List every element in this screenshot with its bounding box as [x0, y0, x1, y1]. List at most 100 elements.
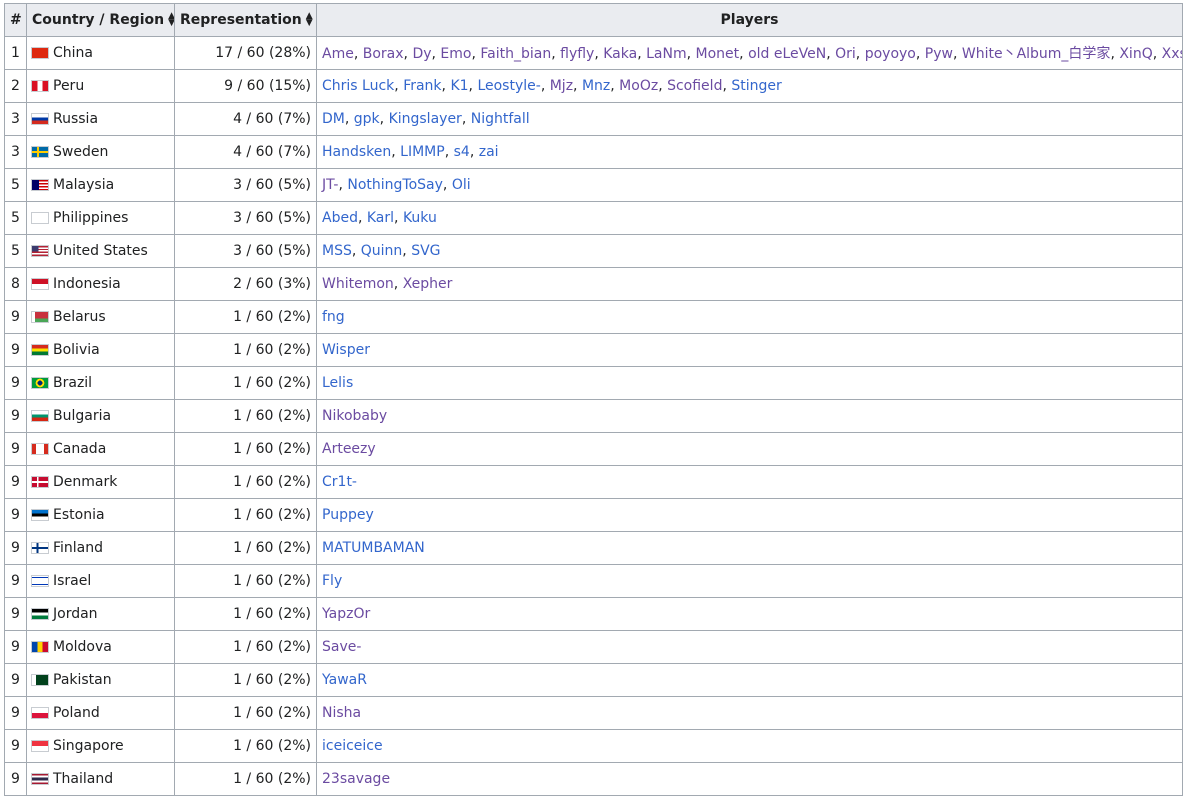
- player-link[interactable]: 23savage: [322, 771, 390, 787]
- israel-flag-icon[interactable]: [31, 575, 49, 587]
- country-name[interactable]: Malaysia: [53, 177, 114, 193]
- country-name[interactable]: Thailand: [53, 771, 113, 787]
- player-link[interactable]: poyoyo: [865, 46, 916, 62]
- pakistan-flag-icon[interactable]: [31, 674, 49, 686]
- player-link[interactable]: SVG: [411, 243, 440, 259]
- player-link[interactable]: Kingslayer: [389, 111, 462, 127]
- player-link[interactable]: Kaka: [603, 46, 637, 62]
- player-link[interactable]: YapzOr: [322, 606, 370, 622]
- country-name[interactable]: Bolivia: [53, 342, 100, 358]
- country-name[interactable]: Finland: [53, 540, 103, 556]
- player-link[interactable]: Cr1t-: [322, 474, 357, 490]
- player-link[interactable]: Wisper: [322, 342, 370, 358]
- player-link[interactable]: Arteezy: [322, 441, 376, 457]
- player-link[interactable]: Quinn: [361, 243, 403, 259]
- player-link[interactable]: Lelis: [322, 375, 353, 391]
- country-name[interactable]: Brazil: [53, 375, 92, 391]
- player-link[interactable]: Abed: [322, 210, 358, 226]
- representation-header-sortable[interactable]: Representation ▲ ▼: [174, 3, 317, 37]
- player-link[interactable]: K1: [450, 78, 468, 94]
- country-name[interactable]: Philippines: [53, 210, 128, 226]
- china-flag-icon[interactable]: [31, 47, 49, 59]
- player-link[interactable]: Xxs: [1162, 46, 1182, 62]
- player-link[interactable]: Fly: [322, 573, 342, 589]
- denmark-flag-icon[interactable]: [31, 476, 49, 488]
- bulgaria-flag-icon[interactable]: [31, 410, 49, 422]
- player-link[interactable]: Oli: [452, 177, 471, 193]
- player-link[interactable]: Kuku: [403, 210, 437, 226]
- sort-icon[interactable]: ▲ ▼: [306, 12, 313, 28]
- player-link[interactable]: Frank: [403, 78, 441, 94]
- player-link[interactable]: YawaR: [322, 672, 367, 688]
- player-link[interactable]: Ame: [322, 46, 354, 62]
- country-name[interactable]: Poland: [53, 705, 100, 721]
- country-name[interactable]: China: [53, 45, 93, 61]
- singapore-flag-icon[interactable]: [31, 740, 49, 752]
- bolivia-flag-icon[interactable]: [31, 344, 49, 356]
- player-link[interactable]: White丶Album_白学家: [962, 46, 1111, 62]
- country-name[interactable]: Moldova: [53, 639, 112, 655]
- player-link[interactable]: Nisha: [322, 705, 361, 721]
- player-link[interactable]: Stinger: [731, 78, 781, 94]
- player-link[interactable]: Scofield: [667, 78, 722, 94]
- player-link[interactable]: zai: [479, 144, 499, 160]
- player-link[interactable]: Borax: [363, 46, 404, 62]
- player-link[interactable]: Emo: [440, 46, 471, 62]
- player-link[interactable]: Puppey: [322, 507, 374, 523]
- player-link[interactable]: DM: [322, 111, 345, 127]
- country-name[interactable]: Jordan: [53, 606, 98, 622]
- player-link[interactable]: old eLeVeN: [748, 46, 826, 62]
- player-link[interactable]: LIMMP: [400, 144, 445, 160]
- player-link[interactable]: Save-: [322, 639, 361, 655]
- estonia-flag-icon[interactable]: [31, 509, 49, 521]
- belarus-flag-icon[interactable]: [31, 311, 49, 323]
- country-name[interactable]: Russia: [53, 111, 98, 127]
- jordan-flag-icon[interactable]: [31, 608, 49, 620]
- poland-flag-icon[interactable]: [31, 707, 49, 719]
- player-link[interactable]: Chris Luck: [322, 78, 394, 94]
- country-name[interactable]: United States: [53, 243, 148, 259]
- usa-flag-icon[interactable]: [31, 245, 49, 257]
- brazil-flag-icon[interactable]: [31, 377, 49, 389]
- player-link[interactable]: MoOz: [619, 78, 658, 94]
- player-link[interactable]: NothingToSay: [347, 177, 443, 193]
- player-link[interactable]: Xepher: [403, 276, 453, 292]
- player-link[interactable]: Leostyle-: [477, 78, 540, 94]
- thailand-flag-icon[interactable]: [31, 773, 49, 785]
- player-link[interactable]: flyfly: [560, 46, 594, 62]
- country-name[interactable]: Denmark: [53, 474, 117, 490]
- player-link[interactable]: LaNm: [646, 46, 687, 62]
- player-link[interactable]: MATUMBAMAN: [322, 540, 425, 556]
- country-name[interactable]: Bulgaria: [53, 408, 111, 424]
- sweden-flag-icon[interactable]: [31, 146, 49, 158]
- player-link[interactable]: Ori: [835, 46, 856, 62]
- player-link[interactable]: Mnz: [582, 78, 610, 94]
- player-link[interactable]: Faith_bian: [480, 46, 551, 62]
- sort-icon[interactable]: ▲ ▼: [168, 12, 173, 28]
- country-name[interactable]: Israel: [53, 573, 91, 589]
- indonesia-flag-icon[interactable]: [31, 278, 49, 290]
- player-link[interactable]: Monet: [696, 46, 740, 62]
- player-link[interactable]: Whitemon: [322, 276, 394, 292]
- finland-flag-icon[interactable]: [31, 542, 49, 554]
- moldova-flag-icon[interactable]: [31, 641, 49, 653]
- player-link[interactable]: gpk: [354, 111, 380, 127]
- player-link[interactable]: Pyw: [925, 46, 953, 62]
- philippines-flag-icon[interactable]: [31, 212, 49, 224]
- country-name[interactable]: Canada: [53, 441, 106, 457]
- player-link[interactable]: Karl: [367, 210, 394, 226]
- country-name[interactable]: Singapore: [53, 738, 124, 754]
- country-name[interactable]: Sweden: [53, 144, 108, 160]
- player-link[interactable]: XinQ: [1119, 46, 1152, 62]
- russia-flag-icon[interactable]: [31, 113, 49, 125]
- player-link[interactable]: Dy: [412, 46, 431, 62]
- country-header-sortable[interactable]: Country / Region ▲ ▼: [26, 3, 175, 37]
- player-link[interactable]: Nightfall: [471, 111, 530, 127]
- canada-flag-icon[interactable]: [31, 443, 49, 455]
- player-link[interactable]: JT-: [322, 177, 338, 193]
- country-name[interactable]: Pakistan: [53, 672, 112, 688]
- country-name[interactable]: Belarus: [53, 309, 106, 325]
- player-link[interactable]: s4: [454, 144, 470, 160]
- player-link[interactable]: iceiceice: [322, 738, 383, 754]
- player-link[interactable]: Nikobaby: [322, 408, 387, 424]
